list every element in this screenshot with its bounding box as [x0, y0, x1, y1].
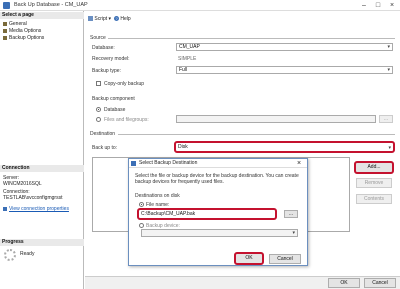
- file-browse-button[interactable]: ...: [284, 210, 298, 218]
- connection-value: TESTLAB\svcconfigmgrsst: [3, 195, 63, 201]
- contents-button[interactable]: Contents: [356, 194, 392, 204]
- dialog-title: Select Backup Destination: [139, 160, 198, 166]
- dialog-description: Select the file or backup device for the…: [135, 173, 299, 185]
- progress-spinner-icon: [4, 249, 16, 261]
- help-icon: ?: [114, 16, 119, 22]
- script-button[interactable]: Script ▾: [88, 16, 111, 22]
- copy-only-checkbox[interactable]: [96, 81, 101, 86]
- chevron-down-icon: ▾: [292, 230, 295, 236]
- view-connection-properties[interactable]: View connection properties: [3, 206, 69, 212]
- title-bar: Back Up Database - CM_UAP – □ ×: [0, 0, 400, 11]
- source-group-label: Source: [90, 35, 106, 41]
- cancel-button[interactable]: Cancel: [364, 278, 396, 288]
- sidebar-item-backup-options[interactable]: Backup Options: [3, 35, 44, 41]
- page-icon: [3, 21, 7, 26]
- source-divider: [108, 38, 395, 39]
- database-select[interactable]: CM_UAP ▾: [176, 43, 393, 51]
- dialog-title-bar: Select Backup Destination: [129, 159, 307, 168]
- backup-device-radio[interactable]: [139, 223, 144, 228]
- help-button[interactable]: ? Help: [114, 16, 131, 22]
- close-icon[interactable]: ×: [386, 1, 398, 10]
- database-radio-label: Database: [104, 107, 126, 113]
- destination-group-label: Destination: [90, 131, 116, 137]
- copy-only-label: Copy-only backup: [104, 81, 145, 87]
- back-up-to-select[interactable]: Disk ▾: [174, 141, 395, 153]
- minimize-icon[interactable]: –: [358, 1, 370, 10]
- dialog-cancel-button[interactable]: Cancel: [269, 254, 301, 264]
- dialog-ok-button[interactable]: OK: [234, 252, 264, 265]
- file-name-input[interactable]: C:\Backup\CM_UAP.bak: [137, 208, 277, 220]
- add-button[interactable]: Add...: [354, 161, 394, 174]
- back-up-to-label: Back up to:: [92, 145, 118, 151]
- window-title: Back Up Database - CM_UAP: [14, 2, 88, 8]
- page-icon: [3, 28, 7, 33]
- backup-type-select[interactable]: Full ▾: [176, 66, 393, 74]
- files-radio[interactable]: [96, 117, 101, 122]
- backup-device-select[interactable]: ▾: [141, 229, 298, 237]
- dialog-icon: [131, 161, 136, 166]
- files-radio-label: Files and filegroups:: [104, 117, 149, 123]
- filegroups-field: [176, 115, 376, 123]
- select-page-header: Select a page: [0, 12, 84, 19]
- app-icon: [3, 2, 10, 9]
- server-value: WINCM2016SQL: [3, 181, 42, 187]
- sidebar-item-general[interactable]: General: [3, 21, 27, 27]
- database-radio[interactable]: [96, 107, 101, 112]
- connection-header: Connection: [0, 165, 84, 172]
- select-backup-destination-dialog: Select Backup Destination × Select the f…: [128, 158, 308, 266]
- ok-button[interactable]: OK: [328, 278, 360, 288]
- script-icon: [88, 16, 93, 22]
- page-icon: [3, 35, 7, 40]
- chevron-down-icon: ▾: [388, 145, 391, 151]
- maximize-icon[interactable]: □: [372, 1, 384, 10]
- chevron-down-icon: ▾: [387, 67, 390, 73]
- filegroups-browse-button[interactable]: ...: [379, 115, 393, 123]
- backup-type-label: Backup type:: [92, 68, 121, 74]
- chevron-down-icon: ▾: [387, 44, 390, 50]
- progress-status: Ready: [20, 251, 35, 257]
- sidebar-item-media-options[interactable]: Media Options: [3, 28, 41, 34]
- remove-button[interactable]: Remove: [356, 178, 392, 188]
- recovery-model-label: Recovery model:: [92, 56, 130, 62]
- progress-header: Progress: [0, 239, 84, 246]
- backup-component-label: Backup component: [92, 96, 135, 102]
- destinations-on-disk-label: Destinations on disk: [135, 193, 180, 199]
- recovery-model-value: SIMPLE: [178, 56, 197, 62]
- database-label: Database:: [92, 45, 115, 51]
- sidebar: Select a page General Media Options Back…: [0, 11, 84, 289]
- connection-icon: [3, 206, 7, 211]
- dialog-close-icon[interactable]: ×: [297, 159, 301, 168]
- destination-divider: [118, 134, 395, 135]
- file-name-radio[interactable]: [139, 202, 144, 207]
